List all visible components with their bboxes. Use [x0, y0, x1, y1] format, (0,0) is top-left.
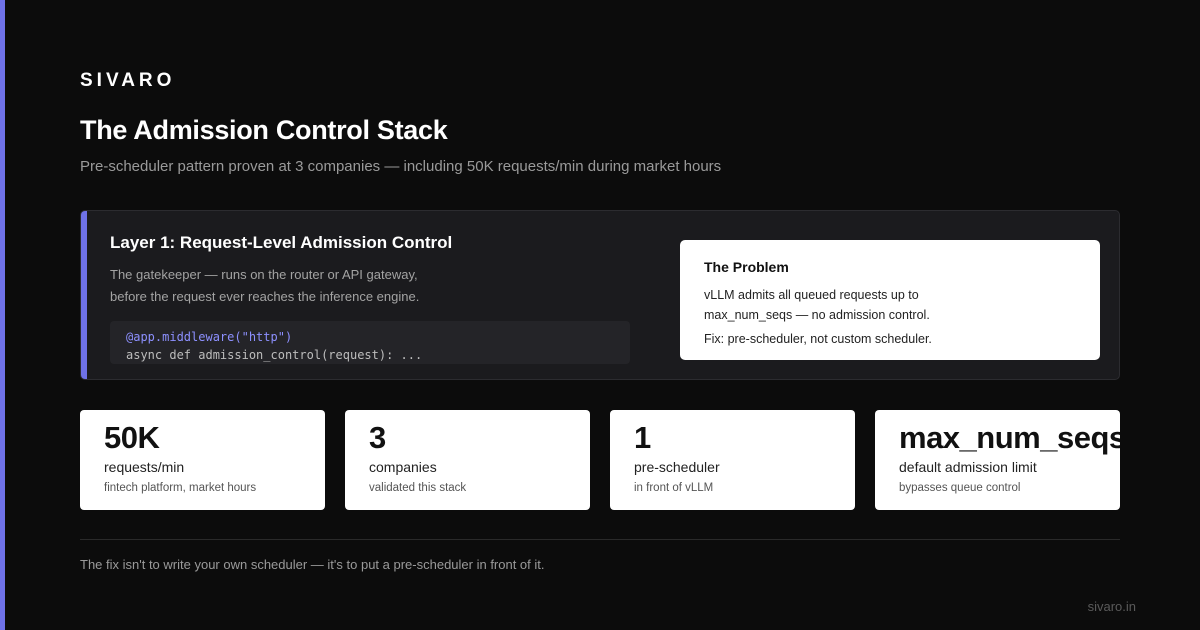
problem-title: The Problem — [704, 259, 789, 275]
stat-label: pre-scheduler — [634, 459, 720, 475]
layer-description-line: The gatekeeper — runs on the router or A… — [110, 267, 418, 282]
problem-line: max_num_seqs — no admission control. — [704, 308, 930, 322]
problem-fix: Fix: pre-scheduler, not custom scheduler… — [704, 332, 932, 346]
stat-label: requests/min — [104, 459, 185, 475]
code-snippet: @app.middleware("http") async def admiss… — [110, 321, 630, 364]
layer-panel: Layer 1: Request-Level Admission Control… — [80, 210, 1120, 380]
stat-note: bypasses queue control — [899, 482, 1021, 494]
stat-card-requests: 50K requests/min fintech platform, marke… — [80, 410, 325, 510]
stat-note: fintech platform, market hours — [104, 482, 257, 494]
code-line-decorator: @app.middleware("http") — [126, 330, 293, 344]
code-line-function: async def admission_control(request): ..… — [126, 348, 423, 362]
stat-note: validated this stack — [369, 482, 467, 494]
stat-label: default admission limit — [899, 459, 1037, 475]
stats-row: 50K requests/min fintech platform, marke… — [80, 410, 1120, 510]
layer-description: The gatekeeper — runs on the router or A… — [110, 264, 510, 308]
footer-divider — [80, 539, 1120, 540]
stat-label: companies — [369, 459, 437, 475]
stat-value: 3 — [369, 420, 386, 455]
layer-description-line: before the request ever reaches the infe… — [110, 289, 420, 304]
layer-title: Layer 1: Request-Level Admission Control — [110, 233, 453, 252]
footer-url-link[interactable]: sivaro.in — [1088, 599, 1136, 614]
page-subtitle: Pre-scheduler pattern proven at 3 compan… — [80, 158, 722, 175]
left-accent-bar — [0, 0, 5, 630]
stat-card-pre-scheduler: 1 pre-scheduler in front of vLLM — [610, 410, 855, 510]
stat-note: in front of vLLM — [634, 482, 714, 494]
problem-card: The Problem vLLM admits all queued reque… — [680, 240, 1100, 360]
stat-value: 1 — [634, 420, 651, 455]
stat-value: max_num_seqs — [899, 420, 1120, 455]
layer-accent-stripe — [81, 211, 87, 379]
stat-card-max-num-seqs: max_num_seqs default admission limit byp… — [875, 410, 1120, 510]
brand-logo: SIVARO — [80, 70, 176, 91]
page-title: The Admission Control Stack — [80, 115, 448, 145]
problem-line: vLLM admits all queued requests up to — [704, 288, 919, 302]
footer-tagline: The fix isn't to write your own schedule… — [80, 557, 545, 572]
stat-card-companies: 3 companies validated this stack — [345, 410, 590, 510]
stat-value: 50K — [104, 420, 160, 455]
